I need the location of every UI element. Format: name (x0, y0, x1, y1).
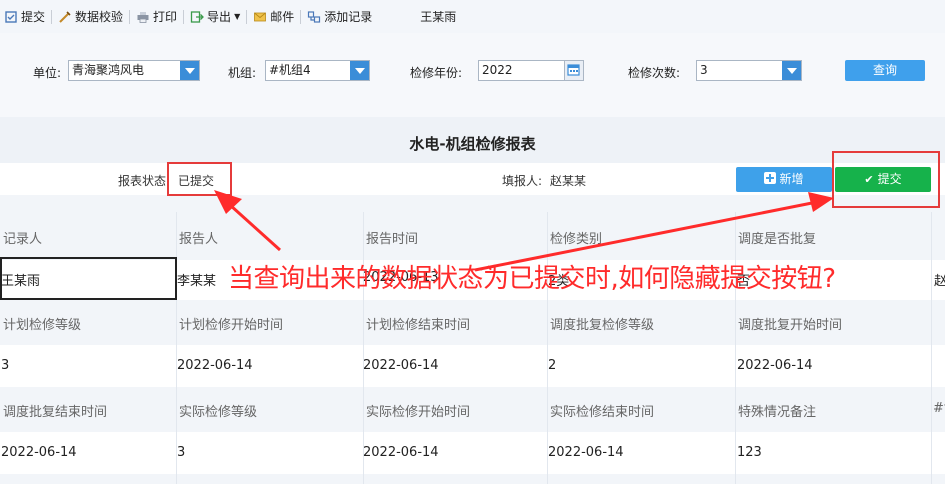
toolbar-divider (246, 9, 248, 24)
table-header-cell: 检修类别 (550, 232, 603, 247)
unit-select[interactable]: 青海聚鸿风电 (68, 60, 200, 81)
unitgroup-select[interactable]: #机组4 (265, 60, 370, 81)
chevron-down-icon: ▼ (234, 12, 241, 21)
table-value-cell[interactable]: 2022-06-14 (177, 358, 253, 373)
column-divider (735, 212, 736, 484)
add-new-label: 新增 (779, 172, 804, 186)
mail-icon (254, 12, 267, 21)
table-value-cell[interactable]: 2022-06-14 (548, 445, 624, 460)
table-value-cell[interactable]: 123 (737, 445, 762, 460)
table-header-cell: 实际检修结束时间 (550, 405, 655, 420)
table-value-cell[interactable]: 3 (1, 358, 9, 373)
table-header-cell-clipped: #t (933, 401, 945, 416)
toolbar-validate-button[interactable]: 数据校验 (54, 6, 127, 28)
count-select-value: 3 (700, 63, 708, 77)
table-header-cell: 计划检修结束时间 (366, 318, 471, 333)
year-picker-value: 2022 (482, 63, 513, 77)
column-divider (363, 212, 364, 484)
add-record-icon (308, 10, 321, 23)
chevron-down-icon[interactable] (350, 61, 369, 80)
add-new-button[interactable]: 新增 (736, 167, 832, 192)
table-value-cell[interactable]: 王某雨 (1, 270, 40, 289)
print-icon (137, 11, 149, 23)
unit-label: 单位: (33, 66, 62, 80)
filter-bar: 单位: 青海聚鸿风电 机组: #机组4 检修年份: 2022 检修次数: 3 查… (0, 33, 945, 117)
table-header-cell: 报告人 (179, 232, 219, 247)
column-divider (547, 212, 548, 484)
table-value-cell[interactable]: 李某某 (177, 270, 216, 289)
chevron-down-icon[interactable] (180, 61, 199, 80)
export-icon (190, 10, 204, 23)
toolbar: 提交 数据校验 打印 导出 ▼ 邮件 添加记录 王某雨 (0, 0, 945, 34)
column-divider (176, 212, 177, 484)
calendar-icon[interactable] (564, 61, 583, 80)
table-value-cell-clipped[interactable]: 赵 (934, 270, 945, 289)
table-header-cell: 实际检修开始时间 (366, 405, 471, 420)
toolbar-divider (51, 9, 53, 24)
toolbar-add-record-button[interactable]: 添加记录 (303, 6, 376, 28)
report-title-bar: 水电-机组检修报表 (0, 117, 945, 163)
table-header-cell: 特殊情况备注 (738, 405, 817, 420)
table-value-cell[interactable]: 2022-06-14 (737, 358, 813, 373)
toolbar-add-record-label: 添加记录 (324, 10, 373, 24)
filler-value: 赵某某 (550, 174, 587, 188)
toolbar-export-label: 导出 (207, 10, 232, 24)
current-user-name: 王某雨 (420, 10, 457, 24)
filler-label: 填报人: (502, 174, 543, 188)
table-value-cell[interactable]: 2022-06-14 (363, 445, 439, 460)
toolbar-submit-label: 提交 (21, 10, 46, 24)
report-info-row: 报表状态: 已提交 填报人: 赵某某 新增 ✔ 提交 (0, 163, 945, 195)
unitgroup-select-value: #机组4 (269, 63, 311, 77)
report-status-label: 报表状态: (118, 174, 171, 188)
toolbar-submit-button[interactable]: 提交 (0, 6, 49, 28)
table-value-cell[interactable]: 2022-06-14 (363, 358, 439, 373)
table-value-cell[interactable]: 2 (548, 358, 556, 373)
table-value-cell[interactable]: 2022-06-14 (1, 445, 77, 460)
toolbar-divider (183, 9, 185, 24)
toolbar-validate-label: 数据校验 (75, 10, 124, 24)
toolbar-mail-button[interactable]: 邮件 (249, 6, 298, 28)
table-header-cell: 调度批复结束时间 (3, 405, 108, 420)
table-header-cell: 调度是否批复 (738, 232, 817, 247)
submit-highlight-box (832, 151, 940, 208)
table-header-cell: 实际检修等级 (179, 405, 258, 420)
submit-icon (5, 10, 17, 23)
value-band (0, 432, 945, 474)
column-divider (931, 212, 932, 484)
table-value-cell[interactable]: 3 (177, 445, 185, 460)
status-highlight-box (167, 162, 232, 196)
table-header-cell: 计划检修开始时间 (179, 318, 284, 333)
validate-icon (59, 10, 71, 23)
query-button[interactable]: 查询 (845, 60, 925, 81)
toolbar-divider (300, 9, 302, 24)
toolbar-print-label: 打印 (153, 10, 178, 24)
unit-select-value: 青海聚鸿风电 (72, 63, 145, 77)
toolbar-divider (129, 9, 131, 24)
table-header-cell: 调度批复检修等级 (550, 318, 655, 333)
report-title: 水电-机组检修报表 (409, 135, 536, 153)
table-header-cell: 计划检修等级 (3, 318, 82, 333)
toolbar-export-button[interactable]: 导出 ▼ (186, 6, 244, 28)
count-select[interactable]: 3 (696, 60, 802, 81)
toolbar-mail-label: 邮件 (270, 10, 295, 24)
annotation-question: 当查询出来的数据状态为已提交时,如何隐藏提交按钮? (228, 264, 836, 294)
chevron-down-icon[interactable] (782, 61, 801, 80)
year-picker[interactable]: 2022 (478, 60, 584, 81)
table-header-cell: 调度批复开始时间 (738, 318, 843, 333)
unitgroup-label: 机组: (228, 66, 257, 80)
table-header-cell: 报告时间 (366, 232, 419, 247)
count-label: 检修次数: (628, 66, 681, 80)
toolbar-print-button[interactable]: 打印 (132, 6, 181, 28)
year-label: 检修年份: (410, 66, 463, 80)
plus-icon (764, 172, 777, 184)
table-header-cell: 记录人 (3, 232, 43, 247)
